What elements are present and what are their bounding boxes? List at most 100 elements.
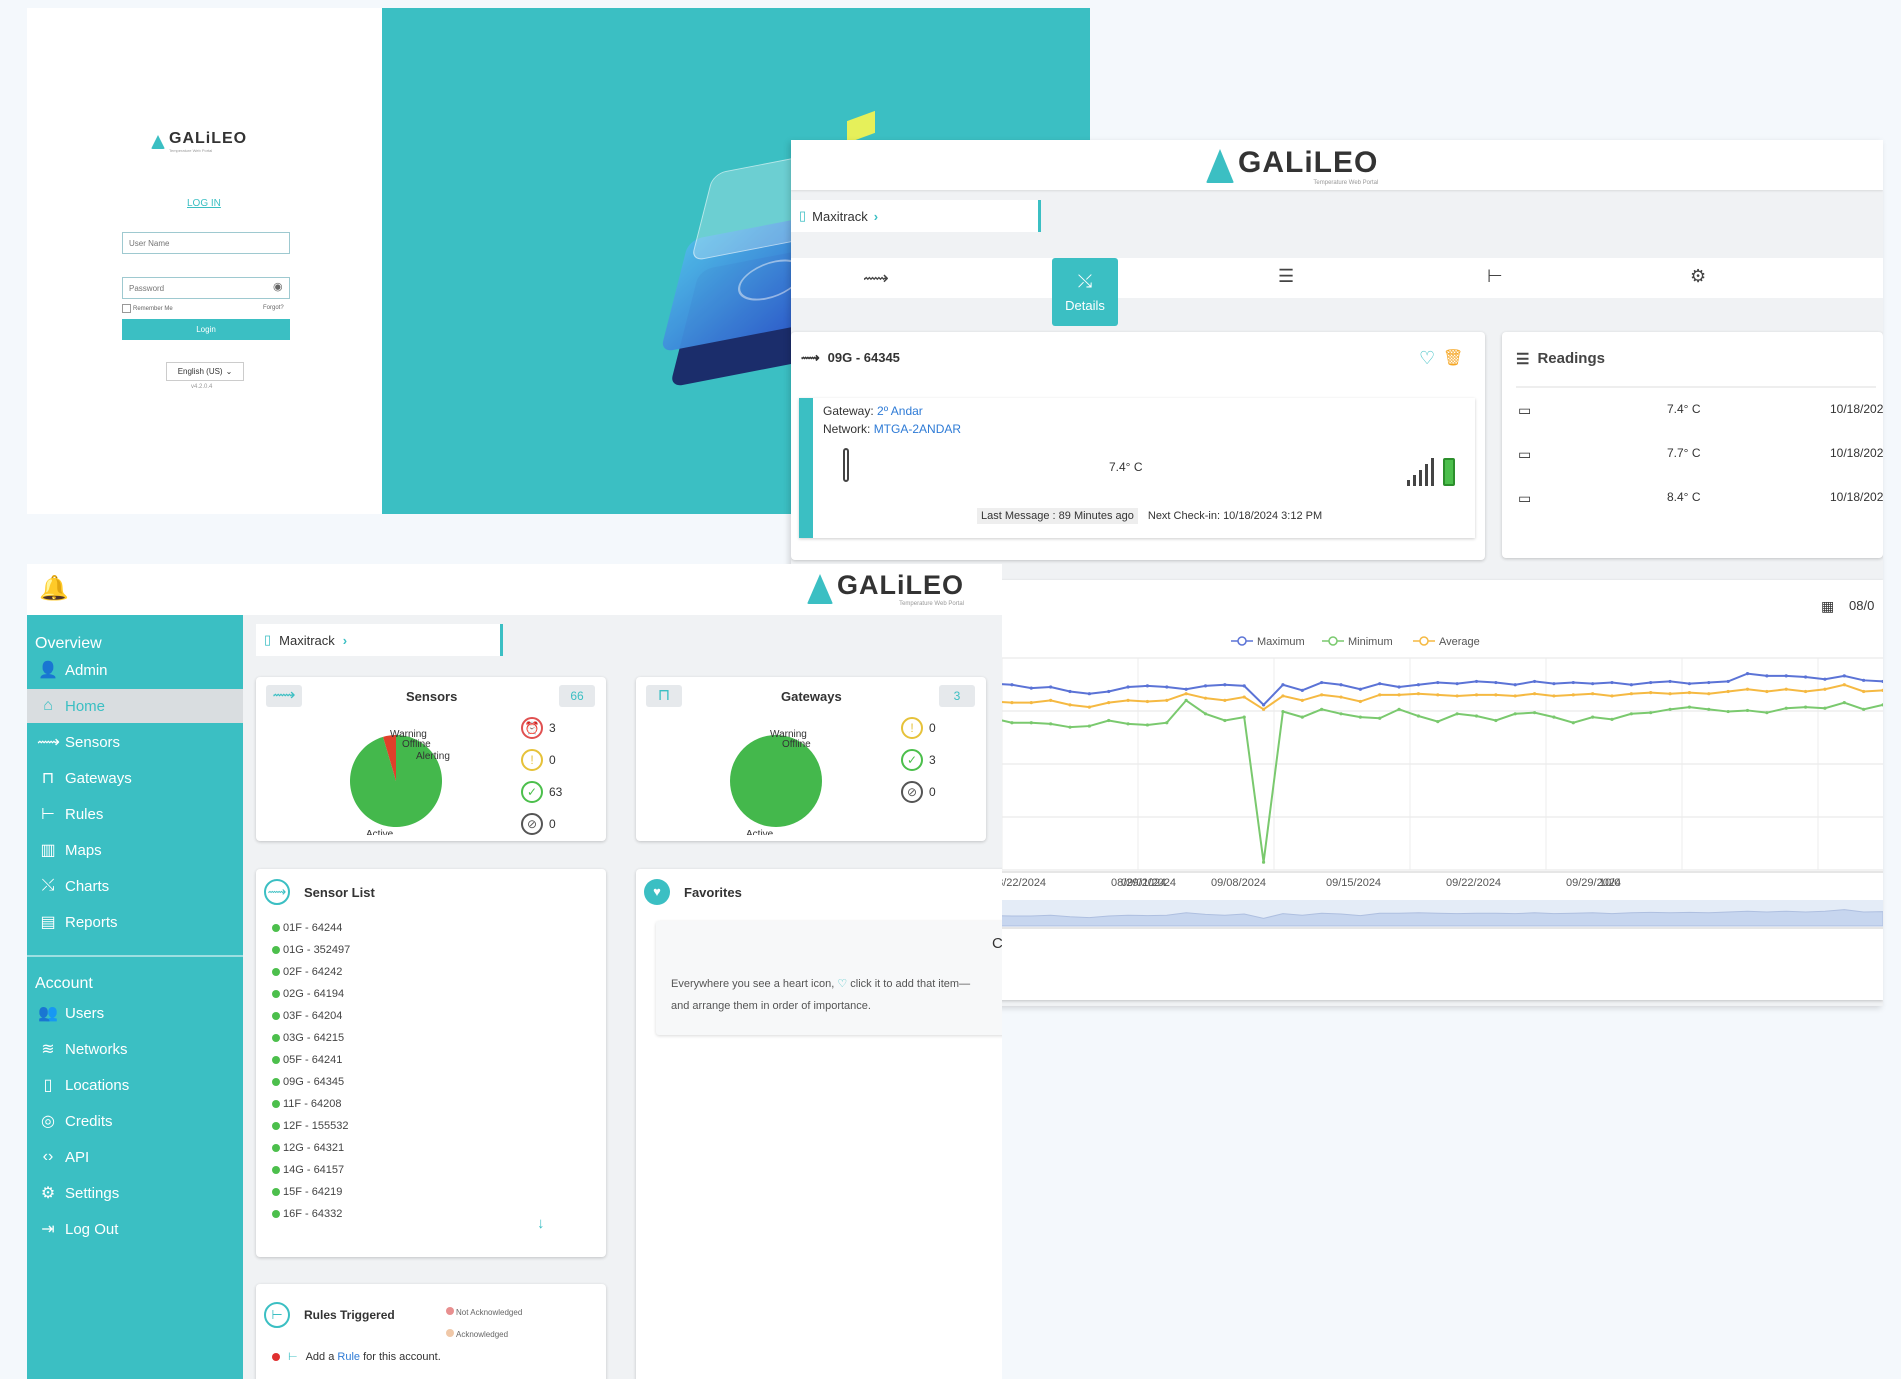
data-point[interactable] [1087, 724, 1091, 728]
data-point[interactable] [1049, 698, 1053, 702]
forgot-link[interactable]: Forgot? [263, 305, 284, 311]
data-point[interactable] [1591, 692, 1595, 696]
data-point[interactable] [1552, 682, 1556, 686]
data-point[interactable] [1610, 717, 1614, 721]
trash-icon[interactable]: 🗑 [1443, 348, 1463, 368]
sidebar-item-locations[interactable]: ▯ Locations [27, 1068, 243, 1102]
table-row[interactable]: ▭ 8.4° C 10/18/202 [1502, 490, 1883, 514]
data-point[interactable] [1049, 685, 1053, 689]
data-point[interactable] [1649, 680, 1653, 685]
data-point[interactable] [1068, 725, 1072, 729]
data-point[interactable] [1436, 693, 1440, 697]
list-item[interactable]: 09G - 64345 [272, 1071, 350, 1093]
data-point[interactable] [1068, 703, 1072, 707]
data-point[interactable] [1416, 683, 1421, 687]
data-point[interactable] [1281, 709, 1285, 714]
data-point[interactable] [1784, 706, 1788, 710]
data-point[interactable] [1358, 687, 1362, 691]
data-point[interactable] [1687, 690, 1692, 695]
list-item[interactable]: 12F - 155532 [272, 1115, 350, 1137]
data-point[interactable] [1494, 693, 1498, 697]
data-point[interactable] [1436, 720, 1440, 724]
table-row[interactable]: ▭ 7.4° C 10/18/202 [1502, 402, 1883, 426]
data-point[interactable] [1320, 693, 1324, 697]
data-point[interactable] [1455, 712, 1459, 716]
data-point[interactable] [1707, 680, 1711, 685]
data-point[interactable] [1068, 689, 1072, 694]
list-item[interactable]: 03F - 64204 [272, 1005, 350, 1027]
sidebar-item-maps[interactable]: ▥ Maps [27, 833, 243, 867]
data-point[interactable] [1049, 722, 1053, 726]
data-point[interactable] [1629, 712, 1633, 716]
list-item[interactable]: 03G - 64215 [272, 1027, 350, 1049]
data-point[interactable] [1339, 683, 1343, 687]
data-point[interactable] [1242, 715, 1246, 719]
data-point[interactable] [1862, 678, 1866, 682]
data-point[interactable] [1474, 714, 1479, 718]
data-point[interactable] [1436, 680, 1440, 685]
tab-details[interactable]: ⤯ Details [1052, 258, 1118, 326]
data-point[interactable] [1126, 722, 1130, 726]
data-point[interactable] [1184, 692, 1188, 696]
data-point[interactable] [1358, 715, 1362, 719]
data-point[interactable] [1455, 682, 1459, 686]
username-field[interactable] [122, 232, 290, 254]
tab-activity[interactable]: ⟿ [863, 268, 889, 289]
data-point[interactable] [1223, 718, 1227, 723]
data-point[interactable] [1649, 711, 1653, 715]
data-point[interactable] [1474, 693, 1479, 697]
data-point[interactable] [1513, 694, 1517, 698]
data-point[interactable] [1203, 712, 1208, 716]
data-point[interactable] [1668, 692, 1672, 696]
data-point[interactable] [1242, 695, 1246, 699]
data-point[interactable] [1223, 683, 1227, 687]
data-point[interactable] [1707, 692, 1711, 696]
data-point[interactable] [1010, 683, 1014, 687]
checkbox-box[interactable] [122, 304, 131, 313]
data-point[interactable] [1842, 683, 1846, 687]
list-item[interactable]: 05F - 64241 [272, 1049, 350, 1071]
data-point[interactable] [1784, 674, 1788, 678]
data-point[interactable] [1416, 692, 1421, 696]
data-point[interactable] [1300, 698, 1304, 702]
data-point[interactable] [1165, 685, 1169, 689]
data-point[interactable] [1765, 711, 1769, 715]
data-point[interactable] [1784, 687, 1788, 691]
gateway-link[interactable]: 2º Andar [877, 404, 923, 418]
data-point[interactable] [1378, 682, 1382, 686]
data-point[interactable] [1803, 689, 1808, 694]
data-point[interactable] [1745, 708, 1750, 713]
data-point[interactable] [1455, 694, 1459, 698]
data-point[interactable] [1649, 690, 1653, 695]
data-point[interactable] [1165, 721, 1169, 725]
legend-item[interactable]: Average [1413, 636, 1480, 648]
data-point[interactable] [1571, 680, 1575, 685]
data-point[interactable] [1203, 696, 1208, 700]
sidebar-item-home[interactable]: ⌂ Home [27, 689, 243, 723]
data-point[interactable] [1320, 707, 1324, 711]
data-point[interactable] [1591, 715, 1595, 719]
data-point[interactable] [1881, 688, 1883, 692]
list-item[interactable]: 01G - 352497 [272, 939, 350, 961]
data-point[interactable] [1087, 705, 1091, 709]
data-point[interactable] [1687, 682, 1692, 686]
data-point[interactable] [1571, 721, 1575, 725]
network-link[interactable]: MTGA-2ANDAR [874, 422, 961, 436]
data-point[interactable] [1707, 707, 1711, 711]
list-item[interactable]: 15F - 64219 [272, 1181, 350, 1203]
data-point[interactable] [1823, 677, 1827, 681]
tab-readings[interactable]: ☰ [1278, 266, 1294, 287]
breadcrumb[interactable]: ▯ Maxitrack › [256, 624, 503, 656]
data-point[interactable] [1165, 698, 1169, 702]
data-point[interactable] [1552, 715, 1556, 719]
data-point[interactable] [1532, 711, 1537, 715]
data-point[interactable] [1591, 682, 1595, 686]
data-point[interactable] [1029, 686, 1033, 690]
data-point[interactable] [1261, 860, 1266, 864]
data-point[interactable] [1339, 695, 1343, 699]
sidebar-item-credits[interactable]: ◎ Credits [27, 1104, 243, 1138]
data-point[interactable] [1010, 721, 1014, 725]
sidebar-item-users[interactable]: 👥 Users [27, 996, 243, 1030]
arrow-down-icon[interactable]: ↓ [537, 1215, 545, 1232]
data-point[interactable] [1107, 718, 1111, 723]
